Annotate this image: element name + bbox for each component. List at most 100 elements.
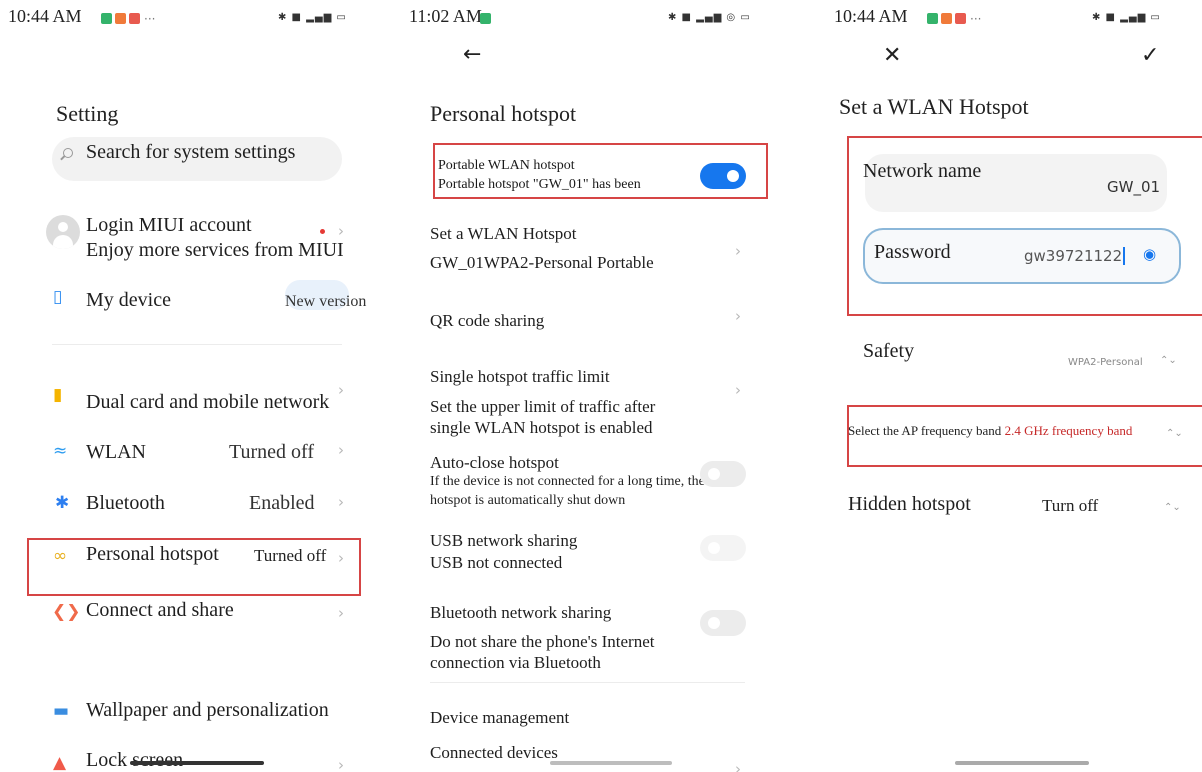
hotspot-status: Turned off — [254, 546, 327, 565]
chevron-right-icon: › — [338, 222, 344, 240]
back-arrow-icon[interactable]: ← — [463, 42, 481, 67]
app-notification-icon — [955, 13, 966, 24]
new-version-badge[interactable]: New version — [285, 293, 366, 311]
app-notification-icon — [129, 13, 140, 24]
menu-item-personal-hotspot[interactable]: Personal hotspot — [86, 543, 219, 566]
menu-item-dual-card[interactable]: Dual card and mobile network — [86, 391, 329, 414]
ap-band-value[interactable]: 2.4 GHz frequency band — [1005, 423, 1133, 438]
chevron-right-icon: › — [338, 493, 344, 511]
safety-value[interactable]: WPA2-Personal — [1068, 357, 1143, 368]
home-indicator[interactable] — [130, 761, 264, 765]
eye-icon[interactable]: ◉ — [1143, 245, 1156, 263]
notification-dot — [320, 229, 325, 234]
status-time: 11:02 AM — [409, 6, 482, 26]
connect-share-icon: ❮❯ — [52, 602, 81, 622]
chevron-right-icon: › — [338, 549, 344, 567]
more-notifications-icon: ··· — [144, 12, 156, 26]
portable-hotspot-subtitle: Portable hotspot "GW_01" has been — [438, 177, 641, 192]
set-hotspot-label[interactable]: Set a WLAN Hotspot — [430, 224, 577, 244]
password-input[interactable]: gw39721122 — [1024, 247, 1126, 265]
search-icon — [63, 148, 73, 158]
network-name-label: Network name — [863, 160, 982, 182]
password-label: Password — [874, 241, 951, 263]
status-time: 10:44 AM — [834, 6, 908, 26]
usb-sharing-toggle[interactable] — [700, 535, 746, 561]
settings-screen: 10:44 AM ··· ✱ ■ ▂▄▆ ▭ Setting Search fo… — [0, 0, 400, 772]
set-hotspot-screen: 10:44 AM ··· ✱ ■ ▂▄▆ ▭ ✕ ✓ Set a WLAN Ho… — [800, 0, 1202, 772]
chevron-up-down-icon[interactable]: ⌃⌄ — [1164, 502, 1181, 513]
sim-card-icon: ▮ — [53, 385, 63, 405]
notification-icons: ··· — [924, 10, 981, 28]
usb-sharing-label: USB network sharing — [430, 531, 578, 550]
wallpaper-icon: ▬ — [53, 701, 70, 721]
device-management-heading: Device management — [430, 708, 570, 727]
notification-icons: ··· — [98, 10, 155, 28]
home-indicator[interactable] — [955, 761, 1089, 765]
search-placeholder: Search for system settings — [86, 141, 296, 163]
chevron-right-icon: › — [735, 242, 741, 260]
toggle-knob — [727, 170, 739, 182]
chevron-right-icon: › — [735, 381, 741, 399]
toggle-knob — [708, 617, 720, 629]
status-time: 10:44 AM — [8, 6, 82, 26]
menu-item-wallpaper[interactable]: Wallpaper and personalization — [86, 699, 329, 722]
menu-item-bluetooth[interactable]: Bluetooth — [86, 492, 165, 515]
app-notification-icon — [927, 13, 938, 24]
divider — [52, 344, 342, 345]
chevron-right-icon: › — [735, 307, 741, 325]
hotspot-icon: ∞ — [53, 546, 68, 566]
bluetooth-icon: ✱ — [55, 493, 70, 513]
wifi-icon: ≈ — [53, 441, 68, 461]
auto-close-toggle[interactable] — [700, 461, 746, 487]
bluetooth-status: Enabled — [249, 492, 315, 514]
qr-code-sharing[interactable]: QR code sharing — [430, 311, 544, 331]
account-subtitle: Enjoy more services from MIUI — [86, 239, 344, 261]
app-notification-icon — [115, 13, 126, 24]
chevron-right-icon: › — [338, 604, 344, 622]
hidden-hotspot-value[interactable]: Turn off — [1042, 496, 1098, 516]
account-label[interactable]: Login MIUI account — [86, 214, 252, 237]
auto-close-subtitle: If the device is not connected for a lon… — [430, 474, 705, 508]
traffic-limit-subtitle: Set the upper limit of traffic after sin… — [430, 397, 656, 437]
app-notification-icon — [941, 13, 952, 24]
toggle-knob — [708, 468, 720, 480]
auto-close-label: Auto-close hotspot — [430, 453, 559, 472]
page-title: Set a WLAN Hotspot — [839, 94, 1029, 119]
chevron-up-down-icon[interactable]: ⌃⌄ — [1166, 428, 1183, 439]
chevron-right-icon: › — [338, 756, 344, 772]
usb-sharing-subtitle: USB not connected — [430, 553, 563, 572]
connected-devices[interactable]: Connected devices — [430, 743, 558, 763]
divider — [430, 682, 745, 683]
sidebar-item-my-device[interactable]: My device — [86, 289, 171, 312]
traffic-limit-label[interactable]: Single hotspot traffic limit — [430, 367, 610, 387]
confirm-check-icon[interactable]: ✓ — [1141, 43, 1159, 68]
wlan-status: Turned off — [229, 441, 315, 463]
hidden-hotspot-label: Hidden hotspot — [848, 493, 971, 515]
avatar[interactable] — [46, 215, 80, 249]
phone-icon: ▯ — [53, 287, 63, 307]
menu-item-connect-share[interactable]: Connect and share — [86, 599, 234, 622]
menu-item-wlan[interactable]: WLAN — [86, 441, 146, 464]
status-bar-icons: ✱ ■ ▂▄▆ ▭ — [1092, 12, 1161, 23]
home-indicator[interactable] — [550, 761, 672, 765]
app-notification-icon — [101, 13, 112, 24]
chevron-up-down-icon[interactable]: ⌃⌄ — [1160, 355, 1177, 366]
bt-sharing-label: Bluetooth network sharing — [430, 603, 612, 622]
close-icon[interactable]: ✕ — [883, 43, 901, 68]
more-notifications-icon: ··· — [970, 12, 982, 26]
network-name-value[interactable]: GW_01 — [1107, 178, 1160, 196]
chevron-right-icon: › — [338, 441, 344, 459]
chevron-right-icon: › — [338, 381, 344, 399]
lock-icon: ▲ — [53, 753, 67, 772]
notification-icons — [477, 10, 491, 28]
app-notification-icon — [480, 13, 491, 24]
bt-sharing-toggle[interactable] — [700, 610, 746, 636]
ap-band-label: Select the AP frequency band — [848, 423, 1002, 438]
chevron-right-icon: › — [735, 760, 741, 772]
bt-sharing-subtitle: Do not share the phone's Internet connec… — [430, 632, 655, 672]
status-bar-icons: ✱ ■ ▂▄▆ ▭ — [278, 12, 347, 23]
personal-hotspot-screen: 11:02 AM ✱ ■ ▂▄▆ ◎ ▭ ← Personal hotspot … — [400, 0, 800, 772]
set-hotspot-subtitle: GW_01WPA2-Personal Portable — [430, 253, 654, 272]
ap-band-row[interactable]: Select the AP frequency band 2.4 GHz fre… — [848, 423, 1132, 439]
portable-hotspot-toggle[interactable] — [700, 163, 746, 189]
